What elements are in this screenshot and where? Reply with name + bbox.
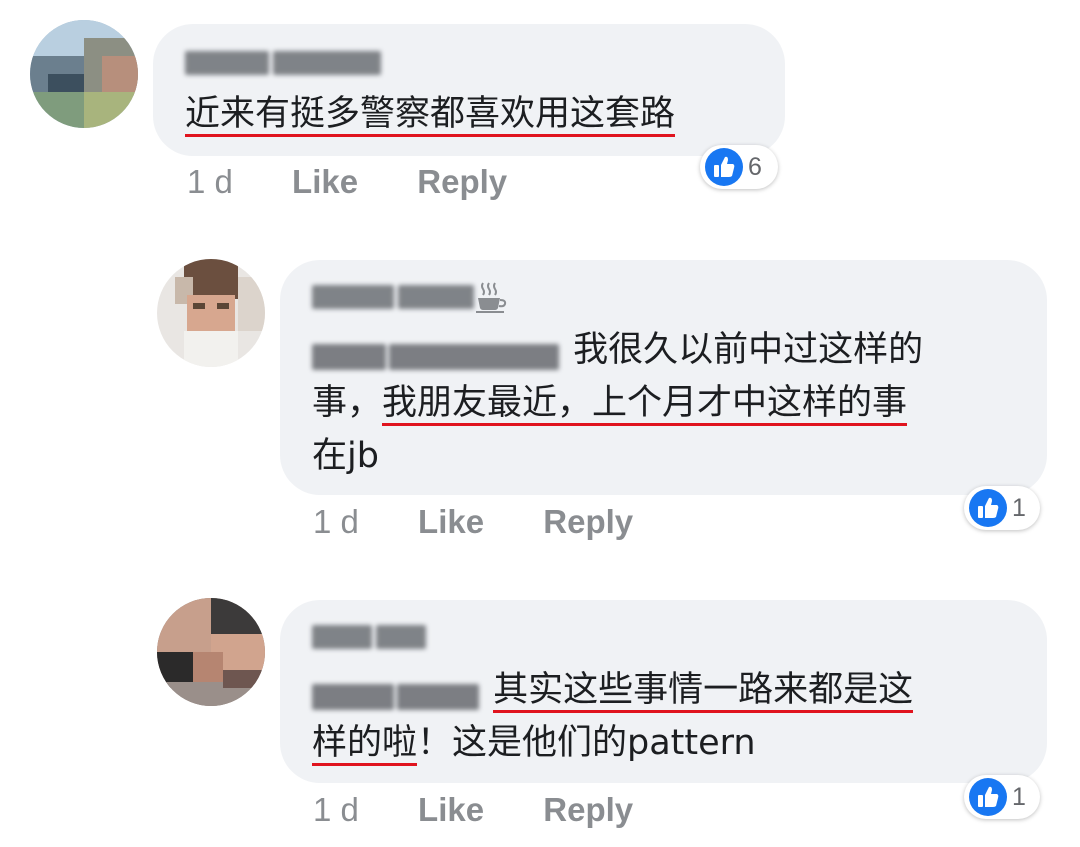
- reply-button[interactable]: Reply: [417, 163, 507, 200]
- reaction-count-badge[interactable]: 1: [964, 775, 1040, 819]
- reaction-count: 1: [1012, 782, 1026, 811]
- mentioned-name-redacted[interactable]: [312, 333, 562, 370]
- author-name-redacted[interactable]: [185, 48, 381, 78]
- like-button[interactable]: Like: [418, 503, 484, 540]
- like-button[interactable]: Like: [292, 163, 358, 200]
- reply-button[interactable]: Reply: [543, 503, 633, 540]
- avatar[interactable]: [157, 259, 265, 367]
- reaction-count: 6: [748, 152, 762, 181]
- author-name-redacted[interactable]: [312, 622, 426, 652]
- comment-actions: 1 d Like Reply: [313, 503, 633, 541]
- comment-bubble: 我很久以前中过这样的 事，我朋友最近，上个月才中这样的事 在jb: [280, 260, 1047, 495]
- reaction-count-badge[interactable]: 6: [700, 145, 778, 189]
- comment-text: 近来有挺多警察都喜欢用这套路: [185, 88, 676, 141]
- comment-bubble: 其实这些事情一路来都是这 样的啦！这是他们的pattern: [280, 600, 1047, 783]
- mentioned-name-redacted[interactable]: [312, 673, 482, 710]
- author-name-redacted[interactable]: [312, 282, 474, 312]
- reaction-count-badge[interactable]: 1: [964, 486, 1040, 530]
- timestamp[interactable]: 1 d: [313, 791, 359, 828]
- comment-text: 我很久以前中过这样的 事，我朋友最近，上个月才中这样的事 在jb: [312, 330, 924, 476]
- reply-button[interactable]: Reply: [543, 791, 633, 828]
- timestamp[interactable]: 1 d: [187, 163, 233, 200]
- comment-bubble: 近来有挺多警察都喜欢用这套路: [153, 24, 785, 156]
- like-button[interactable]: Like: [418, 791, 484, 828]
- comment-text: 其实这些事情一路来都是这 样的啦！这是他们的pattern: [312, 664, 914, 770]
- reaction-count: 1: [1012, 493, 1026, 522]
- like-reaction-icon: [969, 778, 1007, 816]
- coffee-cup-icon: [476, 282, 507, 313]
- like-reaction-icon: [969, 489, 1007, 527]
- avatar[interactable]: [157, 598, 265, 706]
- timestamp[interactable]: 1 d: [313, 503, 359, 540]
- comment-actions: 1 d Like Reply: [313, 791, 633, 829]
- comment-actions: 1 d Like Reply: [187, 163, 507, 201]
- avatar[interactable]: [30, 20, 138, 128]
- like-reaction-icon: [705, 148, 743, 186]
